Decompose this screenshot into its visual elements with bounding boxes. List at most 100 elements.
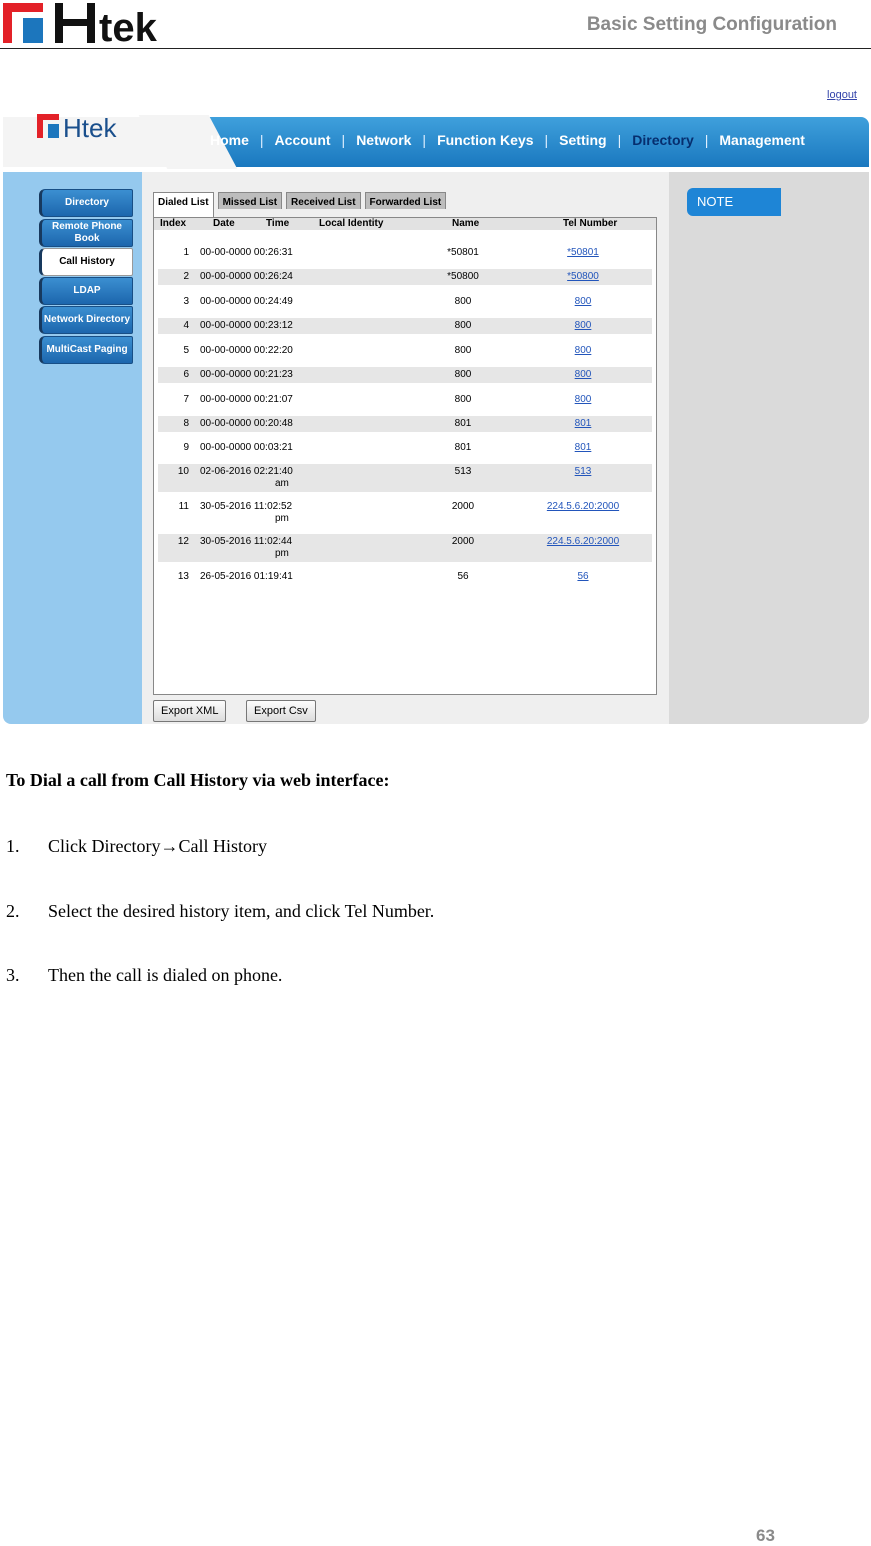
header-divider bbox=[0, 48, 871, 49]
svg-text:Htek: Htek bbox=[63, 113, 117, 142]
sidebar-item-multicast-paging[interactable]: MultiCast Paging bbox=[39, 336, 133, 364]
web-logo: Htek bbox=[37, 113, 117, 142]
step-2: 2. Select the desired history item, and c… bbox=[6, 901, 435, 921]
nav-home[interactable]: Home bbox=[210, 132, 249, 148]
cell-tel-number-link[interactable]: 800 bbox=[528, 320, 638, 331]
export-xml-button[interactable]: Export XML bbox=[153, 700, 227, 722]
col-local-identity: Local Identity bbox=[319, 218, 384, 229]
col-name: Name bbox=[452, 218, 480, 229]
cell-name: 800 bbox=[454, 345, 472, 356]
cell-tel-number-link[interactable]: 800 bbox=[528, 345, 638, 356]
cell-index: 11 bbox=[178, 501, 189, 512]
cell-tel-number-link[interactable]: *50800 bbox=[528, 271, 638, 282]
cell-name: 56 bbox=[457, 571, 469, 582]
cell-tel-number-link[interactable]: 800 bbox=[528, 394, 638, 405]
table-row: 2 00-00-0000 00:26:24 *50800 *50800 bbox=[158, 269, 652, 285]
document-title: Basic Setting Configuration bbox=[586, 14, 837, 35]
cell-index: 8 bbox=[183, 418, 189, 429]
logout-link[interactable]: logout bbox=[827, 89, 857, 101]
svg-text:tek: tek bbox=[99, 6, 158, 43]
cell-datetime: 00-00-0000 00:03:21 bbox=[200, 442, 293, 453]
table-row: 10 02-06-2016 02:21:40 am 513 513 bbox=[158, 464, 652, 492]
cell-datetime: 00-00-0000 00:23:12 bbox=[200, 320, 293, 331]
cell-datetime: 00-00-0000 00:21:23 bbox=[200, 369, 293, 380]
cell-index: 1 bbox=[183, 247, 189, 258]
table-row: 6 00-00-0000 00:21:23 800 800 bbox=[158, 367, 652, 383]
table-row: 5 00-00-0000 00:22:20 800 800 bbox=[158, 343, 652, 359]
table-row: 11 30-05-2016 11:02:52 pm 2000 224.5.6.20:20… bbox=[158, 499, 652, 527]
cell-name: 513 bbox=[454, 466, 472, 477]
section-heading: To Dial a call from Call History via web… bbox=[6, 770, 390, 790]
table-row: 13 26-05-2016 01:19:41 56 56 bbox=[158, 569, 652, 585]
cell-tel-number-link[interactable]: *50801 bbox=[528, 247, 638, 258]
cell-tel-number-link[interactable]: 800 bbox=[528, 296, 638, 307]
cell-name: 800 bbox=[454, 320, 472, 331]
cell-tel-number-link[interactable]: 56 bbox=[528, 571, 638, 582]
cell-datetime: 00-00-0000 00:20:48 bbox=[200, 418, 293, 429]
cell-tel-number-link[interactable]: 800 bbox=[528, 369, 638, 380]
cell-index: 5 bbox=[183, 345, 189, 356]
cell-tel-number-link[interactable]: 513 bbox=[528, 466, 638, 477]
sidebar-item-network-directory[interactable]: Network Directory bbox=[39, 306, 133, 334]
sidebar-item-call-history[interactable]: Call History bbox=[39, 248, 133, 276]
note-label: NOTE bbox=[687, 188, 781, 216]
col-time: Time bbox=[266, 218, 290, 229]
nav-function-keys[interactable]: Function Keys bbox=[437, 132, 533, 148]
nav-setting[interactable]: Setting bbox=[559, 132, 606, 148]
col-index: Index bbox=[160, 218, 187, 229]
table-row: 12 30-05-2016 11:02:44 pm 2000 224.5.6.20:20… bbox=[158, 534, 652, 562]
cell-datetime: 30-05-2016 11:02:52 bbox=[200, 501, 293, 512]
nav-directory[interactable]: Directory bbox=[632, 132, 693, 148]
cell-datetime: 00-00-0000 00:24:49 bbox=[200, 296, 293, 307]
cell-ampm: pm bbox=[275, 548, 289, 559]
cell-tel-number-link[interactable]: 224.5.6.20:2000 bbox=[528, 536, 638, 547]
tab-dialed-list[interactable]: Dialed List bbox=[153, 192, 214, 217]
cell-name: 2000 bbox=[451, 501, 475, 512]
cell-tel-number-link[interactable]: 801 bbox=[528, 442, 638, 453]
cell-index: 4 bbox=[183, 320, 189, 331]
htek-logo: tek bbox=[3, 3, 158, 43]
tab-forwarded-list[interactable]: Forwarded List bbox=[364, 192, 447, 209]
cell-index: 12 bbox=[177, 536, 189, 547]
cell-datetime: 00-00-0000 00:22:20 bbox=[200, 345, 293, 356]
table-row: 9 00-00-0000 00:03:21 801 801 bbox=[158, 440, 652, 456]
cell-tel-number-link[interactable]: 801 bbox=[528, 418, 638, 429]
step-1: 1. Click Directory→Call History bbox=[6, 836, 267, 856]
cell-name: *50800 bbox=[447, 271, 479, 282]
table-header: Index Date Time Local Identity Name Tel … bbox=[154, 218, 656, 230]
tab-missed-list[interactable]: Missed List bbox=[217, 192, 283, 209]
cell-ampm: pm bbox=[275, 513, 289, 524]
cell-tel-number-link[interactable]: 224.5.6.20:2000 bbox=[528, 501, 638, 512]
cell-index: 13 bbox=[177, 571, 189, 582]
cell-datetime: 00-00-0000 00:26:31 bbox=[200, 247, 293, 258]
cell-name: 800 bbox=[454, 296, 472, 307]
sidebar: Directory Remote Phone Book Call History… bbox=[3, 172, 142, 724]
cell-index: 7 bbox=[183, 394, 189, 405]
cell-datetime: 00-00-0000 00:21:07 bbox=[200, 394, 293, 405]
nav-network[interactable]: Network bbox=[356, 132, 411, 148]
call-history-panel: Dialed List Missed List Received List Fo… bbox=[142, 172, 669, 724]
tab-received-list[interactable]: Received List bbox=[286, 192, 361, 209]
call-list-table: Index Date Time Local Identity Name Tel … bbox=[153, 217, 657, 695]
cell-index: 9 bbox=[183, 442, 189, 453]
cell-name: 800 bbox=[454, 369, 472, 380]
nav-management[interactable]: Management bbox=[719, 132, 805, 148]
nav-account[interactable]: Account bbox=[275, 132, 331, 148]
sidebar-item-ldap[interactable]: LDAP bbox=[39, 277, 133, 305]
sidebar-item-directory[interactable]: Directory bbox=[39, 189, 133, 217]
note-panel: NOTE bbox=[669, 172, 869, 724]
table-row: 4 00-00-0000 00:23:12 800 800 bbox=[158, 318, 652, 334]
cell-datetime: 00-00-0000 00:26:24 bbox=[200, 271, 293, 282]
table-row: 3 00-00-0000 00:24:49 800 800 bbox=[158, 294, 652, 310]
sidebar-item-remote-phone-book[interactable]: Remote Phone Book bbox=[39, 219, 133, 247]
cell-name: 800 bbox=[454, 394, 472, 405]
step-3: 3. Then the call is dialed on phone. bbox=[6, 965, 283, 985]
document-header: tek Basic Setting Configuration bbox=[0, 0, 871, 50]
cell-ampm: am bbox=[275, 478, 289, 489]
cell-index: 6 bbox=[183, 369, 189, 380]
main-nav-menu: Home | Account | Network | Function Keys | S… bbox=[210, 132, 805, 148]
export-csv-button[interactable]: Export Csv bbox=[246, 700, 316, 722]
list-tabs: Dialed List Missed List Received List Fo… bbox=[153, 192, 450, 217]
col-date: Date bbox=[213, 218, 235, 229]
page-number: 63 bbox=[756, 1526, 775, 1545]
